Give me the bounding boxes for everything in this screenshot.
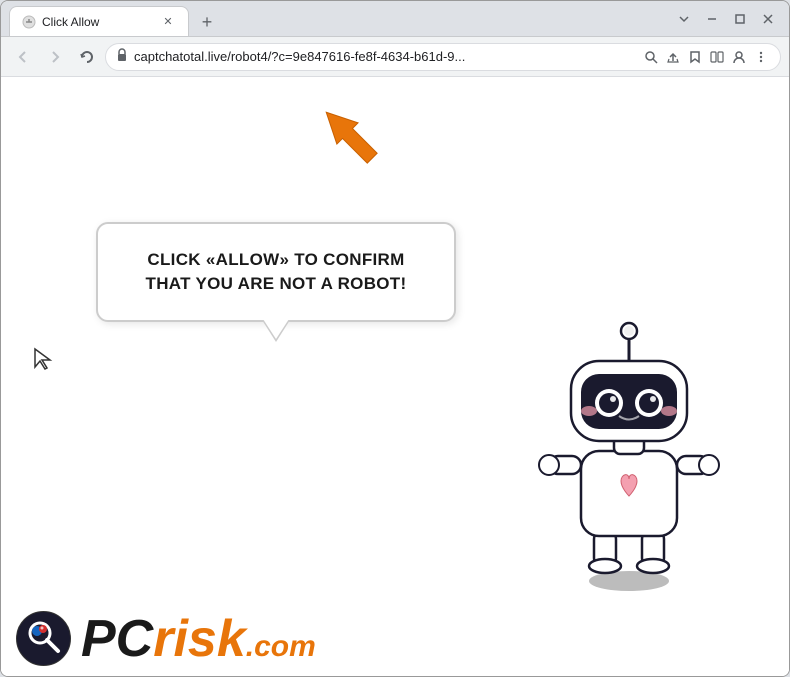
address-icons <box>642 48 770 66</box>
url-text: captchatotal.live/robot4/?c=9e847616-fe8… <box>134 49 636 64</box>
browser-window: Click Allow ✕ + <box>0 0 790 677</box>
share-icon[interactable] <box>664 48 682 66</box>
close-button[interactable] <box>755 6 781 32</box>
back-button[interactable] <box>9 43 37 71</box>
reader-mode-icon[interactable] <box>708 48 726 66</box>
watermark-brand: PC risk .com <box>81 613 316 665</box>
account-icon[interactable] <box>730 48 748 66</box>
tabs-area: Click Allow ✕ + <box>9 1 671 36</box>
menu-icon[interactable] <box>752 48 770 66</box>
active-tab[interactable]: Click Allow ✕ <box>9 6 189 36</box>
maximize-button[interactable] <box>727 6 753 32</box>
watermark: PC risk .com <box>1 601 789 676</box>
chevron-down-button[interactable] <box>671 6 697 32</box>
watermark-risk: risk <box>153 613 246 665</box>
page-content: CLICK «ALLOW» TO CONFIRM THAT YOU ARE NO… <box>1 77 789 676</box>
watermark-pc: PC <box>81 613 153 665</box>
mouse-cursor <box>33 347 53 376</box>
title-bar-controls <box>671 6 781 32</box>
bubble-text: CLICK «ALLOW» TO CONFIRM THAT YOU ARE NO… <box>146 250 407 293</box>
tab-close-button[interactable]: ✕ <box>160 14 176 30</box>
title-bar: Click Allow ✕ + <box>1 1 789 37</box>
orange-arrow <box>311 97 391 177</box>
tab-favicon <box>22 15 36 29</box>
watermark-com: .com <box>246 632 316 662</box>
address-bar[interactable]: captchatotal.live/robot4/?c=9e847616-fe8… <box>105 43 781 71</box>
tab-title: Click Allow <box>42 15 154 29</box>
robot-image <box>529 296 729 596</box>
lock-icon <box>116 48 128 65</box>
new-tab-button[interactable]: + <box>193 8 221 36</box>
forward-button[interactable] <box>41 43 69 71</box>
toolbar: captchatotal.live/robot4/?c=9e847616-fe8… <box>1 37 789 77</box>
speech-bubble: CLICK «ALLOW» TO CONFIRM THAT YOU ARE NO… <box>96 222 456 322</box>
reload-button[interactable] <box>73 43 101 71</box>
bookmark-icon[interactable] <box>686 48 704 66</box>
search-icon[interactable] <box>642 48 660 66</box>
minimize-button[interactable] <box>699 6 725 32</box>
